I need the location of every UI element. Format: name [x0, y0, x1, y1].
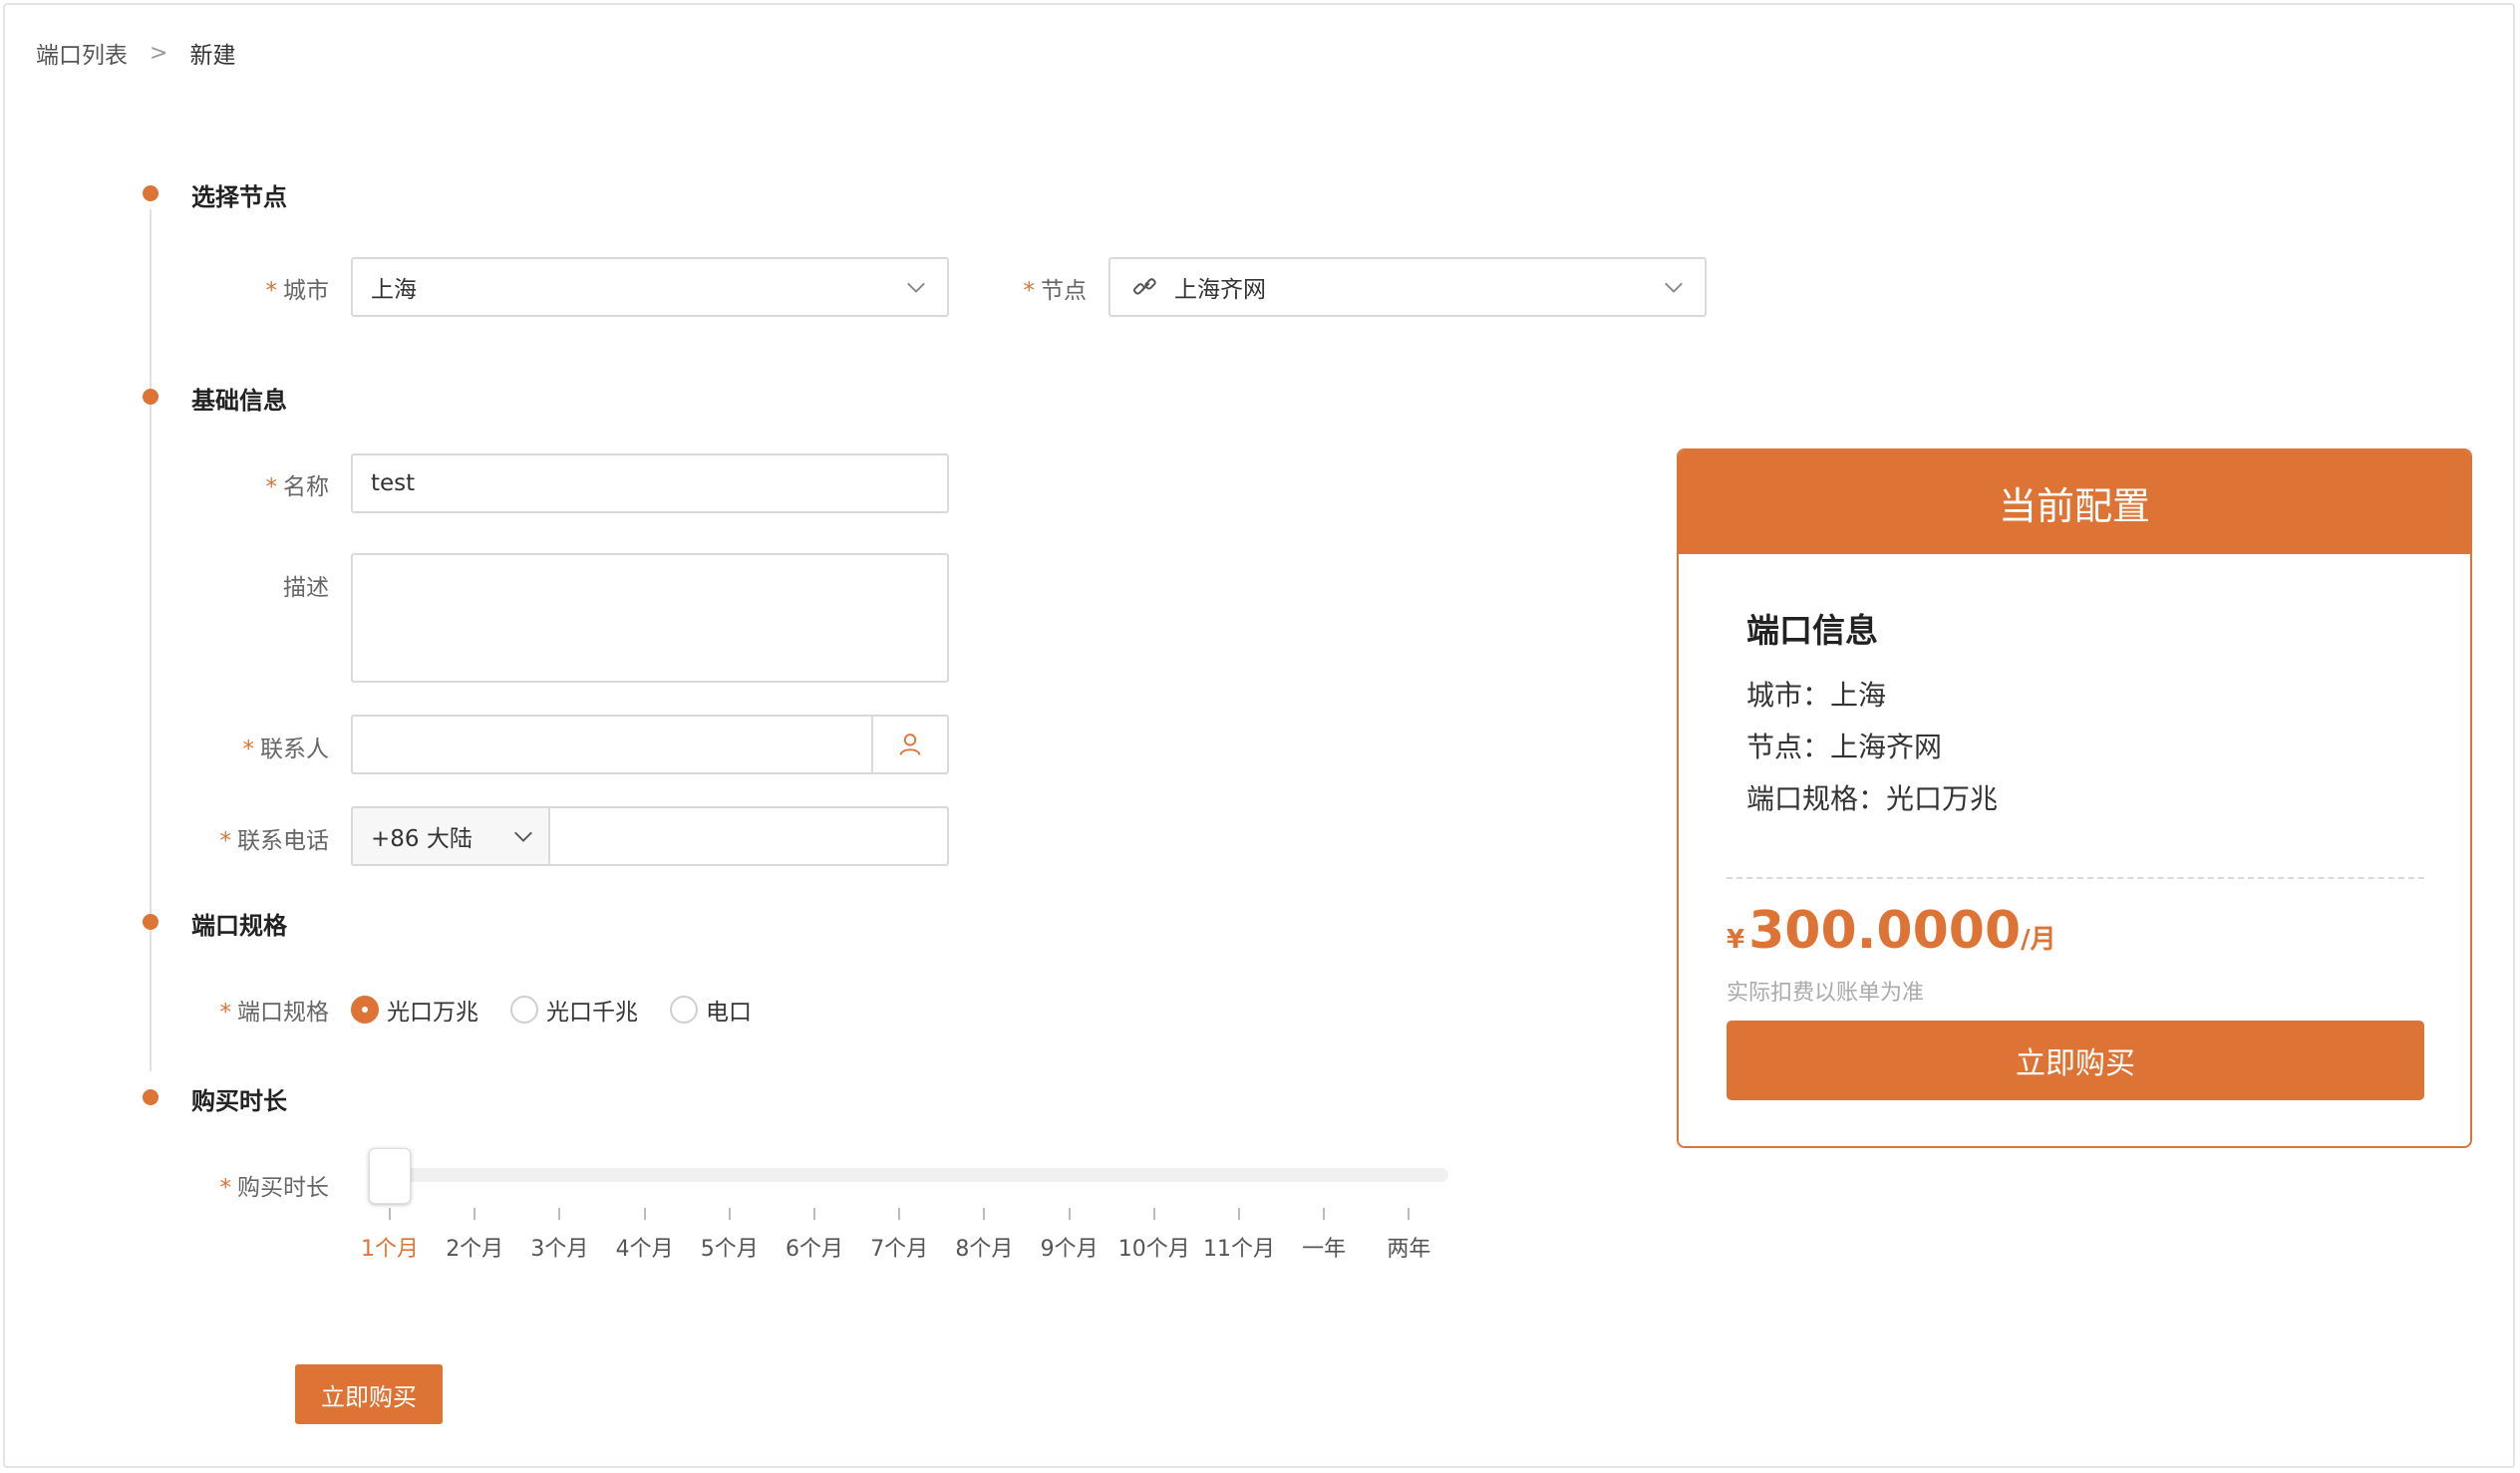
port-spec-option[interactable]: 光口千兆 [510, 993, 638, 1027]
country-code-select[interactable]: +86 大陆 [351, 806, 550, 866]
contact-label: * 联系人 [242, 736, 330, 762]
city-select[interactable]: 上海 [351, 257, 949, 317]
step-dot-basic [143, 389, 158, 405]
step-timeline [150, 209, 152, 1071]
description-value [353, 555, 947, 569]
duration-tick-label[interactable]: 1个月 [361, 1231, 419, 1263]
duration-tick-label[interactable]: 4个月 [616, 1231, 674, 1263]
duration-tick-label[interactable]: 2个月 [446, 1231, 503, 1263]
city-label: * 城市 [265, 278, 330, 304]
contact-picker-button[interactable] [871, 717, 947, 772]
summary-node: 节点：上海齐网 [1746, 731, 1943, 763]
chevron-down-icon [514, 831, 532, 842]
duration-tick-label[interactable]: 5个月 [701, 1231, 759, 1263]
name-value: test [371, 470, 416, 496]
contact-input[interactable] [351, 715, 949, 774]
phone-label: * 联系电话 [219, 828, 330, 854]
duration-tick-label[interactable]: 3个月 [530, 1231, 588, 1263]
node-value: 上海齐网 [1174, 277, 1266, 303]
description-label: 描述 [283, 575, 329, 601]
duration-tick-label[interactable]: 7个月 [870, 1231, 928, 1263]
radio-icon [351, 996, 379, 1024]
duration-tick-label[interactable]: 11个月 [1203, 1231, 1275, 1263]
breadcrumb: 端口列表 > 新建 [36, 36, 235, 70]
phone-input[interactable] [548, 806, 949, 866]
summary-divider [1727, 877, 2424, 879]
duration-tick-label[interactable]: 一年 [1302, 1231, 1346, 1263]
summary-price: ¥ 300.0000 /月 [1727, 901, 2056, 961]
duration-tick [1323, 1208, 1326, 1220]
name-label: * 名称 [265, 474, 330, 500]
duration-tick [728, 1208, 731, 1220]
currency-symbol: ¥ [1727, 925, 1745, 955]
section-title-basic: 基础信息 [191, 387, 287, 415]
duration-tick [1068, 1208, 1071, 1220]
node-label: * 节点 [1023, 278, 1088, 304]
duration-tick [389, 1208, 391, 1220]
port-spec-label: * 端口规格 [219, 1000, 330, 1026]
duration-slider-handle[interactable] [369, 1148, 411, 1204]
summary-spec: 端口规格：光口万兆 [1746, 782, 1999, 815]
port-spec-radio-group: 光口万兆 光口千兆 电口 [351, 993, 784, 1027]
duration-tick-label[interactable]: 9个月 [1041, 1231, 1099, 1263]
section-title-spec: 端口规格 [191, 912, 287, 940]
duration-tick [983, 1208, 986, 1220]
breadcrumb-current: 新建 [189, 43, 236, 69]
name-input[interactable]: test [351, 453, 949, 513]
port-spec-option[interactable]: 电口 [670, 993, 752, 1027]
duration-tick [813, 1208, 815, 1220]
node-select[interactable]: 上海齐网 [1108, 257, 1707, 317]
summary-header: 当前配置 [1679, 450, 2470, 554]
duration-tick [558, 1208, 561, 1220]
duration-tick-label[interactable]: 6个月 [786, 1231, 843, 1263]
submit-button[interactable]: 立即购买 [295, 1364, 443, 1424]
price-unit: /月 [2021, 925, 2056, 955]
port-spec-option[interactable]: 光口万兆 [351, 993, 478, 1027]
section-title-duration: 购买时长 [191, 1087, 287, 1115]
duration-tick-label[interactable]: 8个月 [955, 1231, 1013, 1263]
duration-tick [1238, 1208, 1240, 1220]
duration-tick [473, 1208, 476, 1220]
duration-tick-label[interactable]: 两年 [1387, 1231, 1430, 1263]
step-dot-node [143, 185, 158, 201]
config-summary-card: 当前配置 端口信息 城市：上海 节点：上海齐网 端口规格：光口万兆 ¥ 300.… [1677, 448, 2472, 1148]
city-value: 上海 [371, 277, 417, 303]
breadcrumb-parent[interactable]: 端口列表 [36, 36, 128, 70]
duration-tick-label[interactable]: 10个月 [1118, 1231, 1190, 1263]
summary-buy-button[interactable]: 立即购买 [1727, 1021, 2424, 1100]
step-dot-duration [143, 1089, 158, 1105]
duration-tick [643, 1208, 646, 1220]
link-icon [1133, 278, 1156, 295]
duration-slider-track[interactable] [369, 1168, 1448, 1182]
summary-info-title: 端口信息 [1746, 611, 1878, 650]
summary-city: 城市：上海 [1746, 679, 1887, 712]
duration-tick [1408, 1208, 1411, 1220]
billing-note: 实际扣费以账单为准 [1727, 981, 1925, 1006]
radio-icon [510, 996, 538, 1024]
user-icon [899, 734, 921, 755]
duration-label: * 购买时长 [219, 1175, 330, 1201]
description-textarea[interactable] [351, 553, 949, 683]
section-title-node: 选择节点 [191, 183, 287, 211]
duration-tick [898, 1208, 901, 1220]
duration-tick [1152, 1208, 1155, 1220]
breadcrumb-separator: > [150, 40, 168, 66]
step-dot-spec [143, 914, 158, 930]
radio-icon [670, 996, 698, 1024]
chevron-down-icon [1665, 282, 1683, 293]
country-code-value: +86 大陆 [371, 826, 472, 852]
price-value: 300.0000 [1748, 901, 2022, 961]
